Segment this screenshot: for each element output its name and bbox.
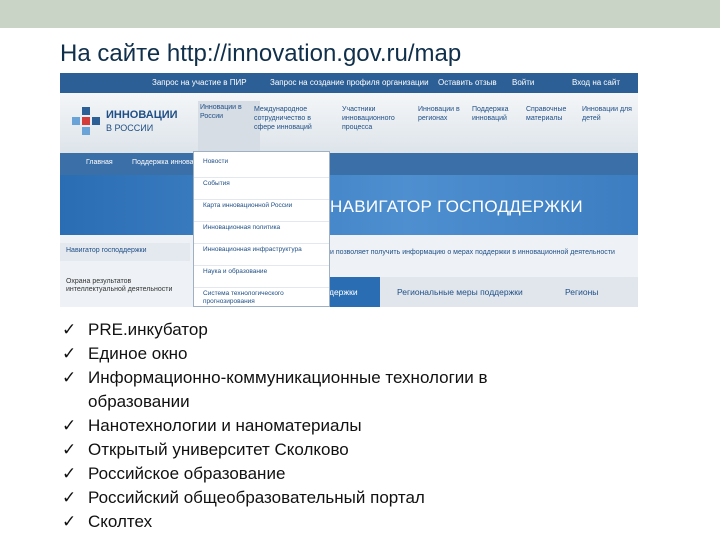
top-link-signin[interactable]: Войти [512, 78, 534, 87]
breadcrumb-support[interactable]: Поддержка иннова [132, 159, 194, 166]
bullet-text: Информационно-коммуникационные технологи… [88, 368, 488, 387]
tab-regional-support[interactable]: Региональные меры поддержки [397, 277, 523, 307]
bullet-text: Российское образование [88, 464, 286, 483]
site-breadcrumb-strip: Главная Поддержка иннова [60, 153, 638, 175]
site-top-links-bar: Запрос на участие в ПИР Запрос на создан… [60, 73, 638, 93]
dropdown-item-science[interactable]: Наука и образование [194, 268, 329, 288]
dropdown-item-news[interactable]: Новости [194, 158, 329, 178]
logo-title: ИННОВАЦИИ [106, 109, 178, 121]
bullet-text: образовании [88, 392, 190, 411]
info-text: и позволяет получить информацию о мерах … [330, 249, 615, 256]
top-link-pir[interactable]: Запрос на участие в ПИР [152, 78, 247, 87]
bullet-text: Единое окно [88, 344, 188, 363]
site-banner: НАВИГАТОР ГОСПОДДЕРЖКИ [60, 175, 638, 235]
checkmark-icon: ✓ [62, 464, 77, 483]
bullet-text: Сколтех [88, 512, 153, 531]
slide-title: На сайте http://innovation.gov.ru/map [60, 40, 462, 67]
checkmark-icon: ✓ [62, 512, 77, 531]
nav-reference[interactable]: Справочные материалы [526, 105, 588, 123]
nav-support[interactable]: Поддержка инноваций [472, 105, 534, 123]
checkmark-icon: ✓ [62, 320, 77, 339]
banner-title: НАВИГАТОР ГОСПОДДЕРЖКИ [330, 197, 583, 216]
dropdown-item-policy[interactable]: Инновационная политика [194, 224, 329, 244]
nav-innovations-russia[interactable]: Инновации в России [198, 101, 260, 151]
nav-kids[interactable]: Инновации для детей [582, 105, 634, 123]
top-decor-bar [0, 0, 720, 28]
dropdown-item-map[interactable]: Карта инновационной России [194, 202, 329, 222]
top-link-feedback[interactable]: Оставить отзыв [438, 78, 497, 87]
top-link-login[interactable]: Вход на сайт [572, 78, 620, 87]
support-tabs: держки Региональные меры поддержки Регио… [325, 277, 638, 307]
site-logo[interactable]: ИННОВАЦИИ В РОССИИ [72, 103, 192, 143]
nav-regions[interactable]: Инновации в регионах [418, 105, 480, 123]
checkmark-icon: ✓ [62, 344, 77, 363]
bullet-text: Нанотехнологии и наноматериалы [88, 416, 362, 435]
checkmark-icon: ✓ [62, 488, 77, 507]
dropdown-item-forecasting[interactable]: Система технологического прогнозирования [194, 290, 329, 307]
subnav-link[interactable]: Навигатор господдержки [60, 243, 190, 261]
logo-subtitle: В РОССИИ [106, 123, 154, 133]
checkmark-icon: ✓ [62, 416, 77, 435]
side-menu-item[interactable]: Охрана результатов интеллектуальной деят… [66, 278, 176, 294]
bullet-text: Российский общеобразовательный портал [88, 488, 425, 507]
bullet-text: Открытый университет Сколково [88, 440, 349, 459]
tab-support[interactable]: держки [325, 277, 380, 307]
dropdown-item-events[interactable]: События [194, 180, 329, 200]
dropdown-item-infrastructure[interactable]: Инновационная инфраструктура [194, 246, 329, 266]
bullet-text: PRE.инкубатор [88, 320, 208, 339]
nav-international[interactable]: Международное сотрудничество в сфере инн… [254, 105, 316, 132]
top-link-profile[interactable]: Запрос на создание профиля организации [270, 78, 429, 87]
nav-dropdown-menu: Новости События Карта инновационной Росс… [193, 151, 330, 307]
logo-mark-icon [72, 107, 100, 135]
tab-regions[interactable]: Регионы [565, 277, 598, 307]
checkmark-icon: ✓ [62, 368, 77, 387]
nav-participants[interactable]: Участники инновационного процесса [342, 105, 404, 132]
site-header: ИННОВАЦИИ В РОССИИ Инновации в России Ме… [60, 93, 638, 153]
checkmark-icon: ✓ [62, 440, 77, 459]
breadcrumb-home[interactable]: Главная [86, 159, 113, 166]
website-screenshot: Запрос на участие в ПИР Запрос на создан… [60, 73, 638, 307]
